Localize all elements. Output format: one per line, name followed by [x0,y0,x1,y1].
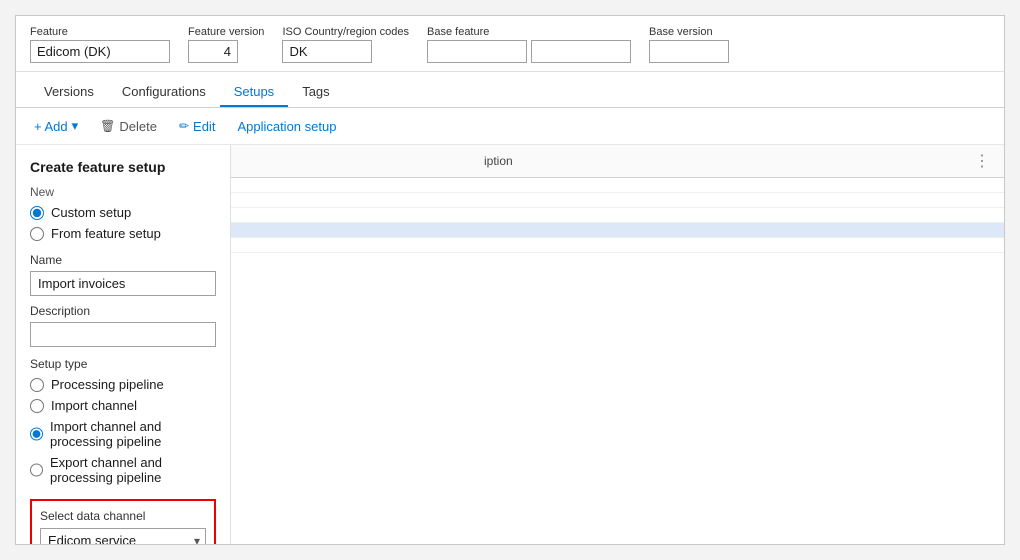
setup-type-section: Setup type Processing pipeline Import ch… [30,357,216,485]
radio-export-channel-pipeline-label: Export channel and processing pipeline [50,455,216,485]
col-description-header: iption [484,154,970,168]
feature-version-input[interactable] [188,40,238,63]
name-input[interactable] [30,271,216,296]
base-feature-field-group: Base feature [427,26,631,63]
radio-processing-pipeline-input[interactable] [30,378,44,392]
tabs-bar: Versions Configurations Setups Tags [16,72,1004,108]
radio-export-channel-pipeline-input[interactable] [30,463,43,477]
radio-custom-input[interactable] [30,206,44,220]
add-label: + Add [34,119,68,134]
base-version-input[interactable] [649,40,729,63]
radio-from-feature-label: From feature setup [51,226,161,241]
tab-setups[interactable]: Setups [220,78,288,107]
new-label: New [30,185,216,199]
add-chevron-icon: ▾ [72,118,79,134]
description-input[interactable] [30,322,216,347]
col-dots-header: ⋮ [970,151,994,171]
base-feature-input[interactable] [427,40,527,63]
radio-import-channel-pipeline-input[interactable] [30,427,43,441]
left-panel: Create feature setup New Custom setup Fr… [16,145,231,544]
add-button[interactable]: + Add ▾ [30,116,82,136]
main-window: Feature Feature version ISO Country/regi… [15,15,1005,545]
right-panel: iption ⋮ [231,145,1004,544]
table-header: iption ⋮ [231,145,1004,178]
feature-input[interactable] [30,40,170,63]
iso-input[interactable] [282,40,372,63]
setup-type-label: Setup type [30,357,216,371]
table-row [231,208,1004,223]
radio-import-channel-pipeline[interactable]: Import channel and processing pipeline [30,419,216,449]
application-setup-label: Application setup [237,119,336,134]
feature-version-label: Feature version [188,26,264,38]
data-channel-label: Select data channel [40,509,206,523]
table-row [231,178,1004,193]
application-setup-button[interactable]: Application setup [233,117,340,136]
base-version-field-group: Base version [649,26,729,63]
feature-label: Feature [30,26,170,38]
delete-label: Delete [119,119,157,134]
toolbar: + Add ▾ 🗑 Delete ✏ Edit Application setu… [16,108,1004,145]
radio-import-channel[interactable]: Import channel [30,398,216,413]
table-row-selected[interactable] [231,223,1004,238]
radio-custom-setup[interactable]: Custom setup [30,205,216,220]
data-channel-section: Select data channel Edicom service Other [30,499,216,544]
description-label: Description [30,304,216,318]
content-area: Create feature setup New Custom setup Fr… [16,145,1004,544]
base-feature-label: Base feature [427,26,631,38]
radio-from-feature-input[interactable] [30,227,44,241]
base-version-label: Base version [649,26,729,38]
data-channel-select-wrapper: Edicom service Other [40,528,206,544]
table-row [231,193,1004,208]
header-bar: Feature Feature version ISO Country/regi… [16,16,1004,72]
delete-button[interactable]: 🗑 Delete [96,117,161,136]
radio-import-channel-label: Import channel [51,398,137,413]
edit-icon: ✏ [179,119,189,133]
panel-title: Create feature setup [30,159,216,175]
radio-from-feature[interactable]: From feature setup [30,226,216,241]
header-fields: Feature Feature version ISO Country/regi… [30,26,990,63]
table-area: iption ⋮ [231,145,1004,253]
name-label: Name [30,253,216,267]
tab-versions[interactable]: Versions [30,78,108,107]
tab-tags[interactable]: Tags [288,78,343,107]
radio-export-channel-pipeline[interactable]: Export channel and processing pipeline [30,455,216,485]
iso-label: ISO Country/region codes [282,26,409,38]
table-row [231,238,1004,253]
radio-import-channel-pipeline-label: Import channel and processing pipeline [50,419,216,449]
base-feature-input2[interactable] [531,40,631,63]
radio-custom-label: Custom setup [51,205,131,220]
tab-configurations[interactable]: Configurations [108,78,220,107]
radio-processing-pipeline[interactable]: Processing pipeline [30,377,216,392]
edit-label: Edit [193,119,215,134]
edit-button[interactable]: ✏ Edit [175,117,219,136]
delete-icon: 🗑 [100,119,115,133]
data-channel-select[interactable]: Edicom service Other [40,528,206,544]
radio-processing-pipeline-label: Processing pipeline [51,377,164,392]
setup-type-radios: Processing pipeline Import channel Impor… [30,377,216,485]
setup-type-radio-group: Custom setup From feature setup [30,205,216,241]
radio-import-channel-input[interactable] [30,399,44,413]
feature-version-field-group: Feature version [188,26,264,63]
iso-field-group: ISO Country/region codes [282,26,409,63]
feature-field-group: Feature [30,26,170,63]
